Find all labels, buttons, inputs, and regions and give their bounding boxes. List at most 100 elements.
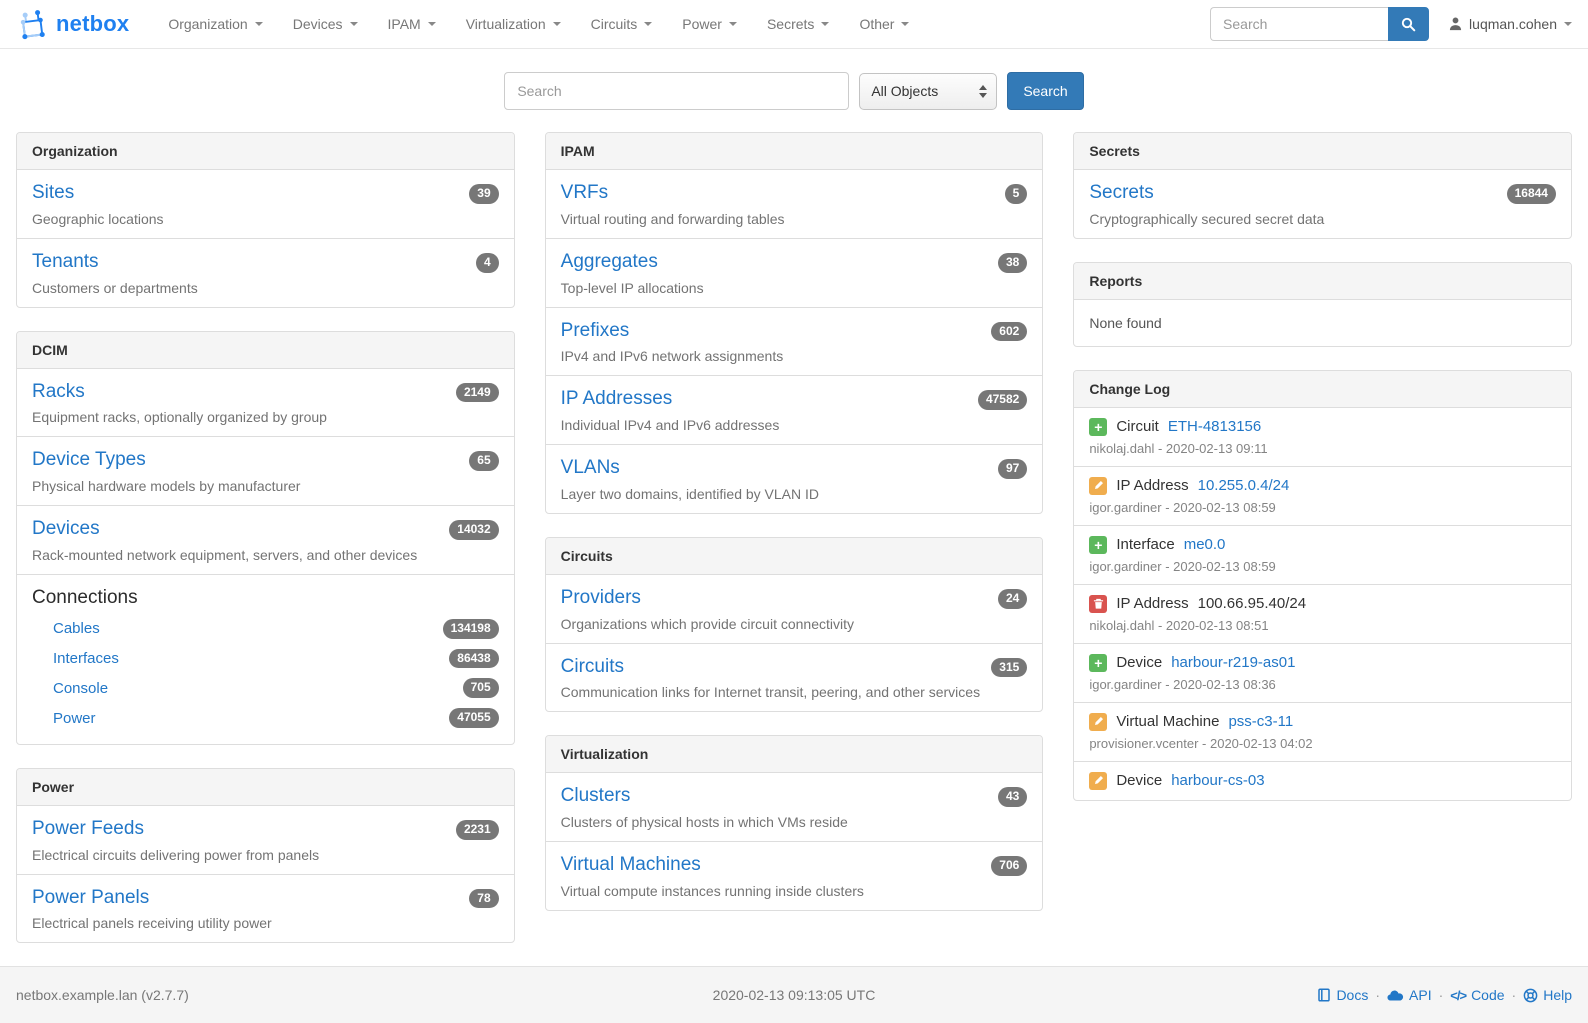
item-link-vrfs[interactable]: VRFs — [561, 182, 609, 203]
chevron-down-icon — [644, 22, 652, 26]
item-link-devices[interactable]: Devices — [32, 518, 100, 539]
count-badge: 5 — [1005, 184, 1028, 204]
item-description: Geographic locations — [32, 211, 499, 227]
nav-menu-other[interactable]: Other — [844, 16, 924, 32]
panel-header: Change Log — [1074, 371, 1571, 408]
footer-link-label: API — [1409, 987, 1432, 1003]
panel-organization: Organization39SitesGeographic locations4… — [16, 132, 515, 308]
item-link-power-panels[interactable]: Power Panels — [32, 887, 149, 908]
changelog-entry: IP Address100.66.95.40/24nikolaj.dahl - … — [1074, 585, 1571, 644]
subsection-link-console[interactable]: Console — [53, 680, 108, 697]
panel-item-prefixes: 602PrefixesIPv4 and IPv6 network assignm… — [546, 308, 1043, 377]
item-link-ip-addresses[interactable]: IP Addresses — [561, 388, 673, 409]
nav-menu-power[interactable]: Power — [667, 16, 752, 32]
nav-menu-ipam[interactable]: IPAM — [373, 16, 451, 32]
panel-header: Reports — [1074, 263, 1571, 300]
item-link-providers[interactable]: Providers — [561, 587, 641, 608]
netbox-brand[interactable]: netbox — [16, 8, 129, 40]
changelog-title: IP Address10.255.0.4/24 — [1089, 477, 1556, 495]
item-link-tenants[interactable]: Tenants — [32, 251, 99, 272]
item-link-circuits[interactable]: Circuits — [561, 656, 624, 677]
navbar-search-input[interactable] — [1210, 7, 1388, 41]
panel-power: Power2231Power FeedsElectrical circuits … — [16, 768, 515, 944]
chevron-down-icon — [428, 22, 436, 26]
panel-item-vlans: 97VLANsLayer two domains, identified by … — [546, 445, 1043, 513]
item-link-device-types[interactable]: Device Types — [32, 449, 146, 470]
panel-ipam: IPAM5VRFsVirtual routing and forwarding … — [545, 132, 1044, 514]
navbar-right: luqman.cohen — [1210, 7, 1572, 41]
changelog-meta: igor.gardiner - 2020-02-13 08:59 — [1089, 559, 1556, 574]
panel-item-secrets: 16844SecretsCryptographically secured se… — [1074, 170, 1571, 238]
item-description: Cryptographically secured secret data — [1089, 211, 1556, 227]
navbar-search-button[interactable] — [1388, 7, 1429, 41]
footer-link-docs[interactable]: Docs — [1317, 987, 1368, 1003]
footer-link-api[interactable]: API — [1387, 987, 1432, 1003]
footer-version: netbox.example.lan (v2.7.7) — [16, 987, 189, 1003]
item-link-racks[interactable]: Racks — [32, 381, 85, 402]
changelog-title: +CircuitETH-4813156 — [1089, 418, 1556, 436]
search-scope-select[interactable]: All Objects — [859, 73, 997, 110]
item-link-clusters[interactable]: Clusters — [561, 785, 631, 806]
item-link-vlans[interactable]: VLANs — [561, 457, 620, 478]
nav-menu-label: Devices — [293, 16, 343, 32]
item-link-prefixes[interactable]: Prefixes — [561, 320, 630, 341]
code-icon: </> — [1450, 988, 1466, 1003]
item-description: Customers or departments — [32, 280, 499, 296]
changelog-object-link[interactable]: harbour-cs-03 — [1171, 772, 1264, 789]
panel-item-power-feeds: 2231Power FeedsElectrical circuits deliv… — [17, 806, 514, 875]
changelog-object-type: Circuit — [1116, 418, 1159, 435]
item-description: Rack-mounted network equipment, servers,… — [32, 547, 499, 563]
panel-header: IPAM — [546, 133, 1043, 170]
subsection-row-cables: Cables134198 — [32, 614, 499, 644]
subsection-link-cables[interactable]: Cables — [53, 620, 100, 637]
nav-menu-label: Power — [682, 16, 722, 32]
item-link-sites[interactable]: Sites — [32, 182, 74, 203]
brand-title: netbox — [56, 11, 129, 37]
panel-item-tenants: 4TenantsCustomers or departments — [17, 239, 514, 307]
item-link-power-feeds[interactable]: Power Feeds — [32, 818, 144, 839]
changelog-object-link[interactable]: 10.255.0.4/24 — [1198, 477, 1290, 494]
global-search-input[interactable] — [504, 72, 849, 110]
subsection-link-power[interactable]: Power — [53, 710, 96, 727]
changelog-meta: provisioner.vcenter - 2020-02-13 04:02 — [1089, 736, 1556, 751]
panel-header: Power — [17, 769, 514, 806]
item-description: Electrical circuits delivering power fro… — [32, 847, 499, 863]
changelog-entry: Virtual Machinepss-c3-11provisioner.vcen… — [1074, 703, 1571, 762]
panel-item-sites: 39SitesGeographic locations — [17, 170, 514, 239]
nav-menu-devices[interactable]: Devices — [278, 16, 373, 32]
user-name: luqman.cohen — [1469, 16, 1557, 32]
global-search-button[interactable]: Search — [1007, 72, 1083, 110]
nav-menu-label: IPAM — [388, 16, 421, 32]
footer-separator: · — [1439, 987, 1444, 1003]
changelog-meta: nikolaj.dahl - 2020-02-13 09:11 — [1089, 441, 1556, 456]
nav-menu-label: Circuits — [591, 16, 638, 32]
count-badge: 38 — [998, 253, 1027, 273]
nav-menu-label: Virtualization — [466, 16, 546, 32]
item-link-aggregates[interactable]: Aggregates — [561, 251, 658, 272]
plus-icon: + — [1089, 654, 1107, 672]
navbar-search-group — [1210, 7, 1429, 41]
item-link-secrets[interactable]: Secrets — [1089, 182, 1153, 203]
nav-menu-organization[interactable]: Organization — [153, 16, 277, 32]
item-link-virtual-machines[interactable]: Virtual Machines — [561, 854, 701, 875]
subsection-heading: Connections — [32, 587, 499, 609]
nav-menu-virtualization[interactable]: Virtualization — [451, 16, 576, 32]
changelog-entry: Deviceharbour-cs-03 — [1074, 762, 1571, 800]
changelog-object-link[interactable]: ETH-4813156 — [1168, 418, 1261, 435]
user-menu[interactable]: luqman.cohen — [1449, 16, 1572, 32]
nav-menus: Organization Devices IPAM Virtualization Cir… — [153, 0, 924, 48]
chevron-down-icon — [553, 22, 561, 26]
nav-menu-circuits[interactable]: Circuits — [576, 16, 668, 32]
item-description: Electrical panels receiving utility powe… — [32, 915, 499, 931]
changelog-object-link[interactable]: me0.0 — [1184, 536, 1226, 553]
subsection-link-interfaces[interactable]: Interfaces — [53, 650, 119, 667]
chevron-down-icon — [350, 22, 358, 26]
panel-change-log: Change Log + Circuit ETH-4813156 nikolaj.dah… — [1073, 370, 1572, 801]
footer-link-help[interactable]: Help — [1523, 987, 1572, 1003]
nav-menu-secrets[interactable]: Secrets — [752, 16, 844, 32]
footer-link-code[interactable]: </>Code — [1450, 987, 1504, 1003]
count-badge: 78 — [469, 889, 498, 909]
changelog-object-type: Interface — [1116, 536, 1174, 553]
changelog-object-link[interactable]: pss-c3-11 — [1228, 713, 1293, 730]
changelog-object-link[interactable]: harbour-r219-as01 — [1171, 654, 1295, 671]
